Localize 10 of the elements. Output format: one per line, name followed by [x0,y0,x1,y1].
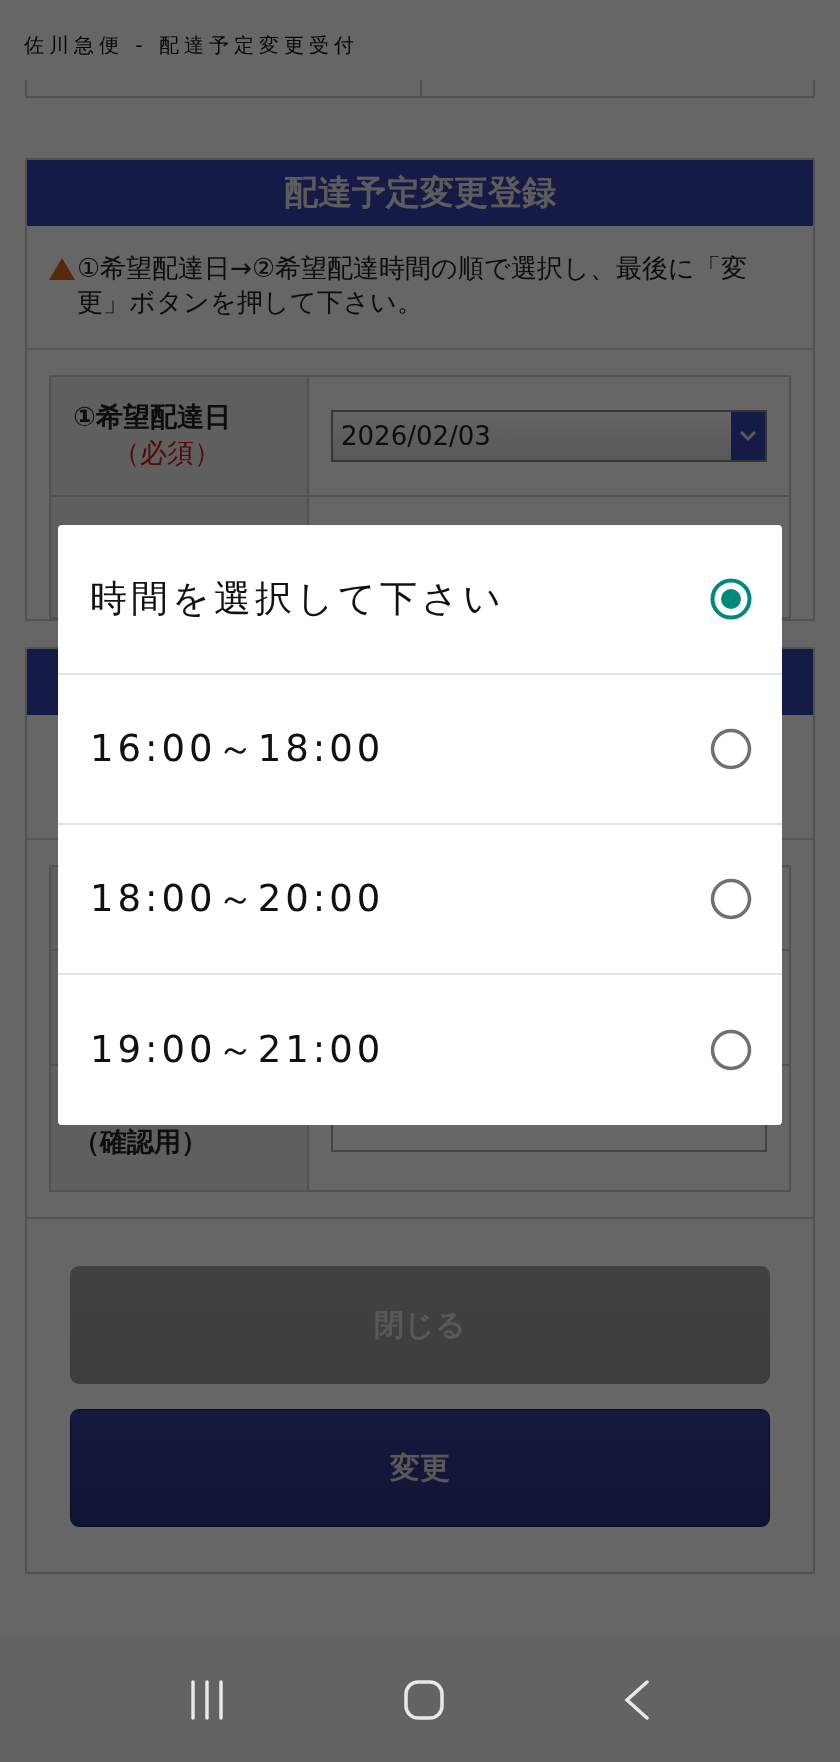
field-label: ①希望配達日 [73,400,232,434]
required-label: （必須） [112,436,222,470]
section-header: 配達予定変更登録 [27,160,813,226]
page-title: 佐川急便 - 配達予定変更受付 [23,32,360,59]
instruction-text: ①希望配達日→②希望配達時間の順で選択し、最後に「変更」ボタンを押して下さい。 [77,252,749,319]
field-label: （確認用） [73,1125,209,1159]
time-option[interactable]: 19:00～21:00 [58,975,782,1125]
time-option[interactable]: 16:00～18:00 [58,675,782,825]
time-option[interactable]: 時間を選択して下さい [58,525,782,675]
time-option[interactable]: 18:00～20:00 [58,825,782,975]
